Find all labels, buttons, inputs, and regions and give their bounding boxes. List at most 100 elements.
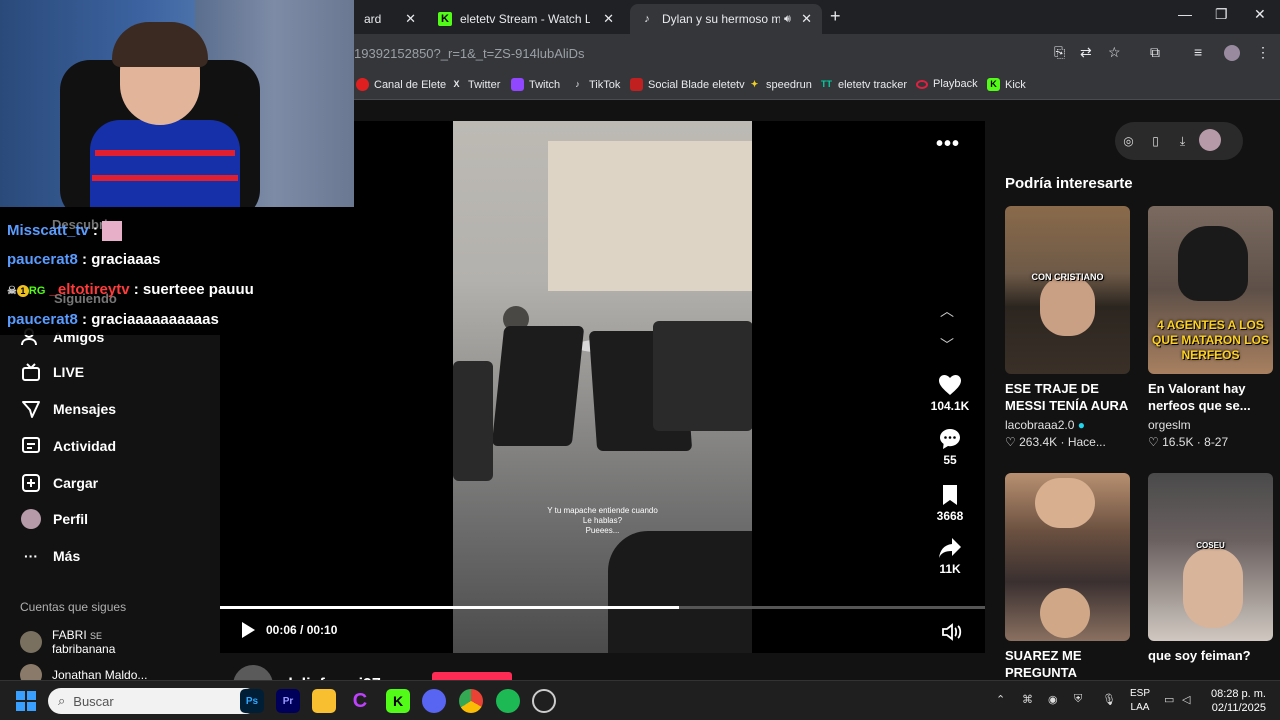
obs-icon[interactable] <box>532 689 556 713</box>
card-caption: SUAREZ ME PREGUNTA COMO... <box>1005 648 1082 680</box>
video-thumbnail[interactable]: 4 AGENTES A LOS QUE MATARON LOS NERFEOS <box>1148 206 1273 374</box>
follow-button[interactable] <box>432 672 512 680</box>
bookmark-speedrun[interactable]: ✦ speedrun <box>748 78 812 91</box>
chat-text: : graciaaaaaaaaaas <box>82 311 219 328</box>
progress-bar[interactable] <box>220 606 985 609</box>
nav-mas[interactable]: ··· Más <box>20 545 80 567</box>
save-button[interactable]: 3668 <box>920 484 980 523</box>
save-count: 3668 <box>936 509 964 523</box>
video-thumbnail[interactable]: COSEU <box>1148 473 1273 641</box>
steam-icon[interactable]: ◉ <box>1048 693 1058 706</box>
new-tab-icon[interactable]: + <box>830 6 841 27</box>
window-blind <box>548 141 752 291</box>
install-app-icon[interactable]: ⎘ <box>1054 44 1065 61</box>
recommended-panel: ◎ ▯ ⤓ Podría interesarte CON CRISTIANO E… <box>985 100 1280 695</box>
nav-cargar[interactable]: Cargar <box>20 472 98 494</box>
nav-perfil[interactable]: Perfil <box>20 508 88 530</box>
download-icon[interactable]: ⤓ <box>1169 134 1196 149</box>
bookmark-twitch[interactable]: Twitch <box>511 78 560 91</box>
profile-avatar-icon[interactable] <box>1196 128 1223 154</box>
chat-text: : suerteee pauuu <box>133 281 254 298</box>
comment-button[interactable]: 55 <box>920 428 980 467</box>
card-caption: En Valorant hay nerfeos que se... <box>1148 381 1251 413</box>
taskbar-search[interactable]: ⌕ Buscar <box>48 688 258 714</box>
volume-icon[interactable] <box>942 623 962 641</box>
upload-plus-icon <box>20 472 42 494</box>
bookmark-kick[interactable]: K Kick <box>987 78 1026 91</box>
chevron-up-icon[interactable]: ⌃ <box>996 693 1005 706</box>
shield-icon[interactable]: ⛨ <box>1074 693 1082 706</box>
gamepad-icon[interactable]: ⌘ <box>1022 693 1033 706</box>
video-card[interactable]: COSEU que soy feiman? adictoalvegetal ● <box>1148 473 1273 695</box>
person <box>1040 588 1090 638</box>
media-controls-icon[interactable]: ≡ <box>1194 44 1202 60</box>
avatar-icon <box>20 508 42 530</box>
language-indicator[interactable]: ESP LAA <box>1128 687 1152 715</box>
menu-kebab-icon[interactable]: ⋮ <box>1256 44 1270 61</box>
video-card[interactable]: CON CRISTIANO ESE TRAJE DE MESSI TENÍA A… <box>1005 206 1130 449</box>
chrome-icon[interactable] <box>459 689 483 713</box>
compass-icon[interactable]: ◎ <box>1115 134 1142 148</box>
speaker-icon[interactable]: 🔊︎ <box>784 13 791 26</box>
close-tab-icon[interactable]: ✕ <box>603 11 614 27</box>
following-item[interactable]: FABRI SE fabribanana <box>20 628 115 656</box>
tab-3-active[interactable]: ♪ Dylan y su hermoso mapache 🔊︎ ✕ <box>630 4 822 34</box>
close-window-icon[interactable]: ✕ <box>1254 6 1266 23</box>
speedrun-icon: ✦ <box>750 79 759 89</box>
chair <box>608 531 752 653</box>
play-icon[interactable] <box>240 621 256 639</box>
badge-icons: ☠ 1 RG <box>7 285 46 297</box>
photoshop-icon[interactable]: Ps <box>240 689 264 713</box>
premiere-icon[interactable]: Pr <box>276 689 300 713</box>
chat-user: _eltotireytv <box>49 281 130 298</box>
bookmark-canal-de-elete[interactable]: Canal de Elete <box>356 78 446 91</box>
close-tab-icon[interactable]: ✕ <box>405 11 416 27</box>
video-thumbnail[interactable] <box>1005 473 1130 641</box>
minimize-icon[interactable]: — <box>1178 6 1192 22</box>
chevron-down-icon[interactable]: ﹀ <box>940 335 954 355</box>
windows-start-icon[interactable] <box>16 691 36 711</box>
translate-icon[interactable]: ⇄ <box>1080 44 1092 61</box>
bookmark-twitter[interactable]: X Twitter <box>450 78 500 91</box>
bookmark-eletetv-tracker[interactable]: TT eletetv tracker <box>820 78 907 91</box>
capcut-icon[interactable]: C <box>348 689 372 713</box>
bookmark-social-blade[interactable]: Social Blade eletetv <box>630 78 745 91</box>
system-clock[interactable]: 08:28 p. m. 02/11/2025 <box>1196 687 1266 715</box>
nav-live[interactable]: LIVE <box>20 361 84 383</box>
microphone-icon[interactable]: 🎙︎ <box>1102 693 1116 706</box>
maximize-icon[interactable]: ❐ <box>1215 6 1228 23</box>
video-card[interactable]: SUAREZ ME PREGUNTA COMO... <box>1005 473 1130 681</box>
phone-icon[interactable]: ▯ <box>1142 134 1169 148</box>
url-text[interactable]: 19392152850?_r=1&_t=ZS-914lubAliDs <box>354 46 585 61</box>
bookmark-label: Kick <box>1005 78 1026 91</box>
like-button[interactable]: 104.1K <box>920 374 980 413</box>
video-thumbnail[interactable]: CON CRISTIANO <box>1005 206 1130 374</box>
kick-icon[interactable]: K <box>386 689 410 713</box>
share-button[interactable]: 11K <box>920 537 980 576</box>
bookmark-star-icon[interactable]: ☆ <box>1108 44 1121 61</box>
bookmark-label: Twitch <box>529 78 561 91</box>
tab-1[interactable]: ard ✕ <box>354 4 426 34</box>
tab-2[interactable]: K eletetv Stream - Watch Live on ✕ <box>428 4 624 34</box>
discord-icon[interactable] <box>422 689 446 713</box>
file-explorer-icon[interactable] <box>312 689 336 713</box>
chevron-up-icon[interactable]: ︿ <box>940 301 954 321</box>
more-options-icon[interactable]: ••• <box>936 133 960 156</box>
video-frame[interactable]: Y tu mapache entiende cuando Le hablas? … <box>453 121 752 653</box>
card-likes: 263.4K <box>1019 435 1058 449</box>
extensions-icon[interactable]: ⧉ <box>1150 44 1160 61</box>
network-icon[interactable]: ▭ <box>1164 693 1174 706</box>
comment-count: 55 <box>943 453 957 467</box>
spotify-icon[interactable] <box>496 689 520 713</box>
progress-fill <box>220 606 679 609</box>
bookmark-playback[interactable]: Playback <box>916 78 978 90</box>
profile-avatar-icon[interactable] <box>1224 45 1240 61</box>
close-tab-icon[interactable]: ✕ <box>801 11 812 27</box>
video-card[interactable]: 4 AGENTES A LOS QUE MATARON LOS NERFEOS … <box>1148 206 1273 449</box>
nav-mensajes[interactable]: Mensajes <box>20 398 116 420</box>
heart-outline-icon: ♡ <box>1148 435 1159 449</box>
volume-icon[interactable]: ◁ <box>1182 693 1190 706</box>
nav-actividad[interactable]: Actividad <box>20 435 116 457</box>
bookmark-tiktok[interactable]: ♪ TikTok <box>571 78 620 91</box>
twitch-icon <box>511 78 524 91</box>
